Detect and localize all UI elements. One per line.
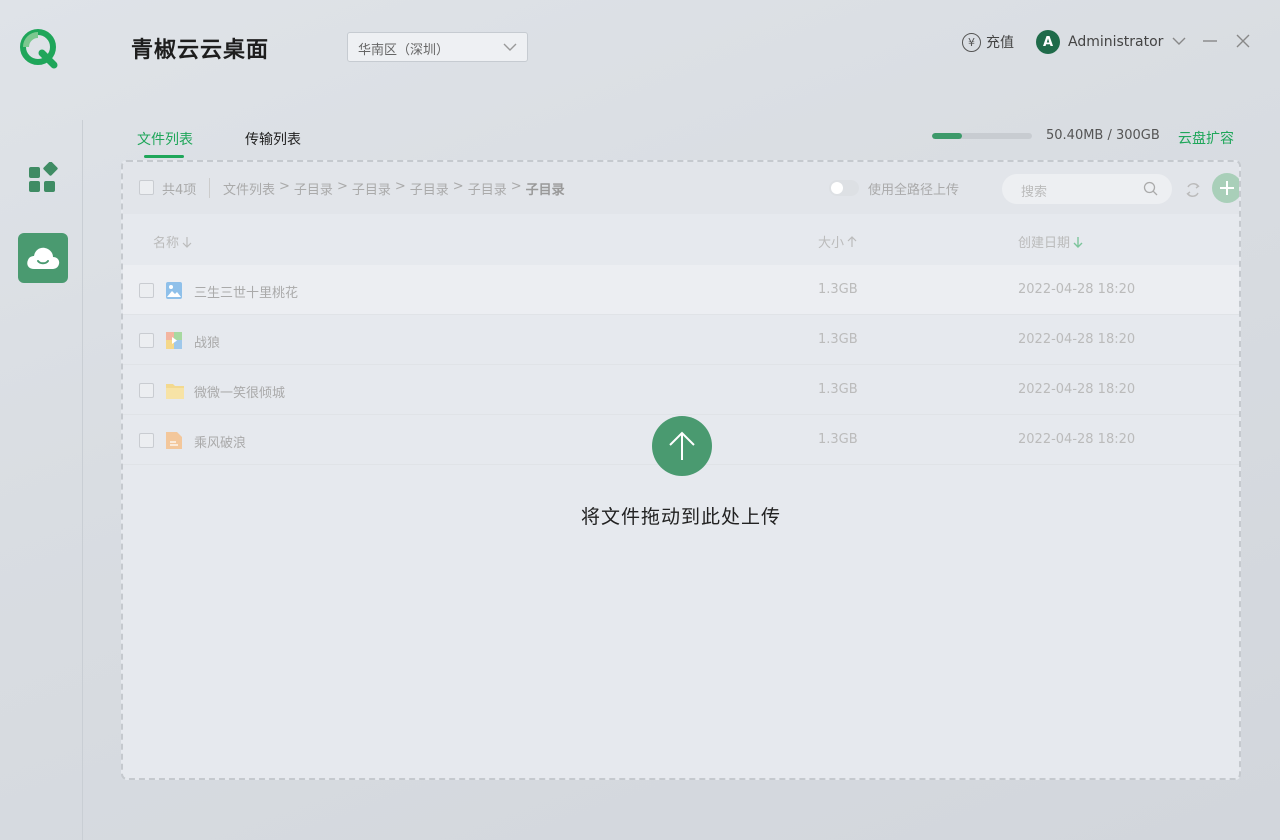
file-toolbar: 共4项 文件列表 > 子目录 > 子目录 > 子目录 > 子目录 > 子目录 使…: [123, 162, 1239, 214]
file-drop-zone[interactable]: 共4项 文件列表 > 子目录 > 子目录 > 子目录 > 子目录 > 子目录 使…: [121, 160, 1241, 780]
breadcrumb-separator: >: [279, 179, 290, 194]
column-header-name-label: 名称: [153, 236, 180, 251]
file-date: 2022-04-28 18:20: [1018, 332, 1136, 347]
image-file-icon: [166, 282, 182, 299]
video-file-icon: [166, 332, 182, 349]
chevron-down-icon: [1171, 34, 1187, 50]
plus-icon: [1220, 181, 1234, 195]
column-header-size[interactable]: 大小: [818, 232, 857, 251]
file-name: 三生三世十里桃花: [194, 286, 299, 301]
tab-file-list[interactable]: 文件列表: [137, 129, 193, 149]
expand-storage-link[interactable]: 云盘扩容: [1178, 128, 1234, 148]
user-name: Administrator: [1068, 34, 1164, 50]
minimize-button[interactable]: [1201, 32, 1219, 50]
table-row[interactable]: 微微一笑很倾城 1.3GB 2022-04-28 18:20: [123, 365, 1239, 415]
storage-progress-fill: [932, 133, 962, 139]
breadcrumb: 文件列表 > 子目录 > 子目录 > 子目录 > 子目录 > 子目录: [223, 179, 565, 198]
sidebar-item-apps[interactable]: [26, 161, 58, 194]
row-checkbox[interactable]: [139, 283, 154, 298]
breadcrumb-separator: >: [336, 179, 348, 194]
upload-hint-text: 将文件拖动到此处上传: [580, 506, 781, 528]
sort-up-arrow-icon: [847, 235, 857, 247]
toolbar-divider: [209, 178, 210, 198]
region-select[interactable]: 华南区（深圳）: [347, 32, 528, 62]
region-select-value: 华南区（深圳）: [358, 43, 450, 58]
row-checkbox[interactable]: [139, 433, 154, 448]
app-title: 青椒云云桌面: [131, 38, 270, 63]
search-input[interactable]: 搜索: [1002, 174, 1172, 204]
file-size: 1.3GB: [818, 432, 858, 447]
breadcrumb-item[interactable]: 子目录: [294, 179, 333, 198]
search-icon: [1143, 181, 1158, 196]
close-icon: [1236, 34, 1250, 48]
folder-icon: [166, 384, 184, 399]
file-name: 乘风破浪: [194, 436, 247, 451]
app-logo: [18, 27, 62, 71]
user-menu[interactable]: A Administrator: [1036, 30, 1187, 54]
recharge-button[interactable]: ¥ 充值: [962, 32, 1014, 52]
upload-arrow-icon: [669, 431, 695, 460]
column-header-size-label: 大小: [818, 236, 845, 251]
chevron-down-icon: [503, 41, 517, 56]
add-button[interactable]: [1212, 173, 1239, 203]
document-file-icon: [166, 432, 182, 449]
table-row[interactable]: 战狼 1.3GB 2022-04-28 18:20: [123, 315, 1239, 365]
full-path-upload-toggle[interactable]: [829, 180, 859, 196]
select-all-checkbox[interactable]: [139, 180, 154, 195]
storage-usage-text: 50.40MB / 300GB: [1046, 128, 1160, 143]
column-header-date-label: 创建日期: [1018, 236, 1071, 251]
avatar: A: [1036, 30, 1060, 54]
breadcrumb-item[interactable]: 文件列表: [223, 179, 275, 198]
sidebar-divider: [82, 120, 83, 840]
breadcrumb-separator: >: [510, 179, 522, 194]
file-date: 2022-04-28 18:20: [1018, 432, 1136, 447]
item-count: 共4项: [162, 183, 197, 198]
breadcrumb-item[interactable]: 子目录: [468, 179, 507, 198]
sidebar-item-cloud-disk[interactable]: [18, 233, 68, 283]
apps-icon: [29, 161, 58, 192]
tab-transfer-list[interactable]: 传输列表: [245, 129, 301, 149]
sort-down-arrow-icon: [1073, 236, 1083, 248]
row-checkbox[interactable]: [139, 383, 154, 398]
column-header-name[interactable]: 名称: [153, 232, 192, 251]
row-checkbox[interactable]: [139, 333, 154, 348]
breadcrumb-item[interactable]: 子目录: [352, 179, 391, 198]
table-row[interactable]: 三生三世十里桃花 1.3GB 2022-04-28 18:20: [123, 265, 1239, 315]
recharge-label: 充值: [986, 35, 1014, 51]
yen-coin-icon: ¥: [962, 32, 981, 52]
file-date: 2022-04-28 18:20: [1018, 382, 1136, 397]
file-size: 1.3GB: [818, 332, 858, 347]
breadcrumb-separator: >: [394, 179, 406, 194]
file-size: 1.3GB: [818, 282, 858, 297]
breadcrumb-item[interactable]: 子目录: [410, 179, 449, 198]
file-name: 战狼: [194, 336, 221, 351]
upload-button[interactable]: [652, 416, 712, 476]
storage-progress-bar: [932, 133, 1032, 139]
search-placeholder: 搜索: [1021, 185, 1048, 200]
column-header-date[interactable]: 创建日期: [1018, 232, 1083, 251]
cloud-icon: [27, 247, 60, 269]
full-path-upload-label: 使用全路径上传: [868, 183, 960, 198]
toggle-knob: [831, 182, 843, 194]
breadcrumb-current: 子目录: [525, 183, 565, 198]
file-size: 1.3GB: [818, 382, 858, 397]
breadcrumb-separator: >: [452, 179, 464, 194]
active-tab-indicator: [144, 155, 184, 158]
refresh-icon[interactable]: [1184, 181, 1202, 199]
close-button[interactable]: [1234, 32, 1252, 50]
file-date: 2022-04-28 18:20: [1018, 282, 1136, 297]
file-name: 微微一笑很倾城: [194, 386, 286, 401]
sort-down-arrow-icon: [182, 236, 192, 248]
